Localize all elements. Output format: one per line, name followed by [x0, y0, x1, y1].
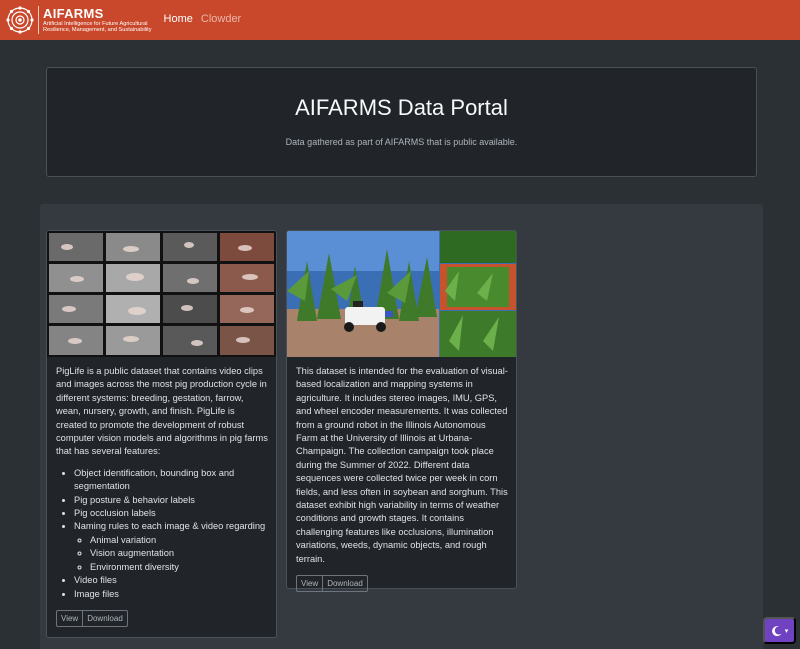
list-item: Image files	[74, 588, 268, 601]
dataset-card-field-robot: This dataset is intended for the evaluat…	[286, 230, 517, 593]
download-button[interactable]: Download	[322, 576, 367, 592]
list-item: Environment diversity	[90, 561, 268, 574]
field-robot-image	[287, 231, 516, 357]
feature-list: Object identification, bounding box and …	[74, 467, 268, 601]
page-subtitle: Data gathered as part of AIFARMS that is…	[285, 137, 518, 147]
card-body: PigLife is a public dataset that contain…	[47, 357, 276, 635]
list-item: Pig posture & behavior labels	[74, 494, 268, 507]
dataset-description: This dataset is intended for the evaluat…	[296, 366, 508, 564]
view-button[interactable]: View	[297, 576, 322, 591]
brand-name: AIFARMS	[43, 5, 104, 21]
nav-link-clowder[interactable]: Clowder	[201, 13, 241, 25]
brand-divider	[38, 6, 39, 34]
hero-banner: AIFARMS Data Portal Data gathered as par…	[46, 67, 757, 177]
sub-feature-list: Animal variation Vision augmentation Env…	[90, 534, 268, 574]
aifarms-logo-icon	[6, 6, 34, 34]
list-item: Pig occlusion labels	[74, 507, 268, 520]
chevron-down-icon: ▾	[784, 627, 789, 635]
list-item: Object identification, bounding box and …	[74, 467, 268, 494]
dataset-card-piglife: PigLife is a public dataset that contain…	[46, 230, 277, 638]
view-button[interactable]: View	[57, 611, 82, 626]
theme-toggle-button[interactable]: ▾	[763, 617, 796, 644]
brand[interactable]: AIFARMS Artificial Intelligence for Futu…	[6, 6, 152, 34]
card-actions: View Download	[56, 609, 128, 627]
nav-links: Home Clowder	[164, 13, 250, 25]
brand-text: AIFARMS Artificial Intelligence for Futu…	[43, 5, 152, 34]
page-title: AIFARMS Data Portal	[295, 95, 508, 120]
nav-link-home[interactable]: Home	[164, 13, 193, 25]
brand-tagline-line-2: Resilience, Management, and Sustainabili…	[43, 27, 152, 33]
dataset-description: PigLife is a public dataset that contain…	[56, 366, 268, 457]
list-item: Vision augmentation	[90, 547, 268, 560]
list-item: Video files	[74, 574, 268, 587]
card-actions: View Download	[296, 575, 368, 593]
list-item-label: Naming rules to each image & video regar…	[74, 521, 266, 532]
card-body: This dataset is intended for the evaluat…	[287, 357, 516, 600]
moon-icon	[771, 625, 782, 636]
list-item: Naming rules to each image & video regar…	[74, 520, 268, 574]
pig-farm-image	[47, 231, 276, 357]
download-button[interactable]: Download	[82, 610, 127, 626]
navbar: AIFARMS Artificial Intelligence for Futu…	[0, 0, 800, 40]
list-item: Animal variation	[90, 534, 268, 547]
